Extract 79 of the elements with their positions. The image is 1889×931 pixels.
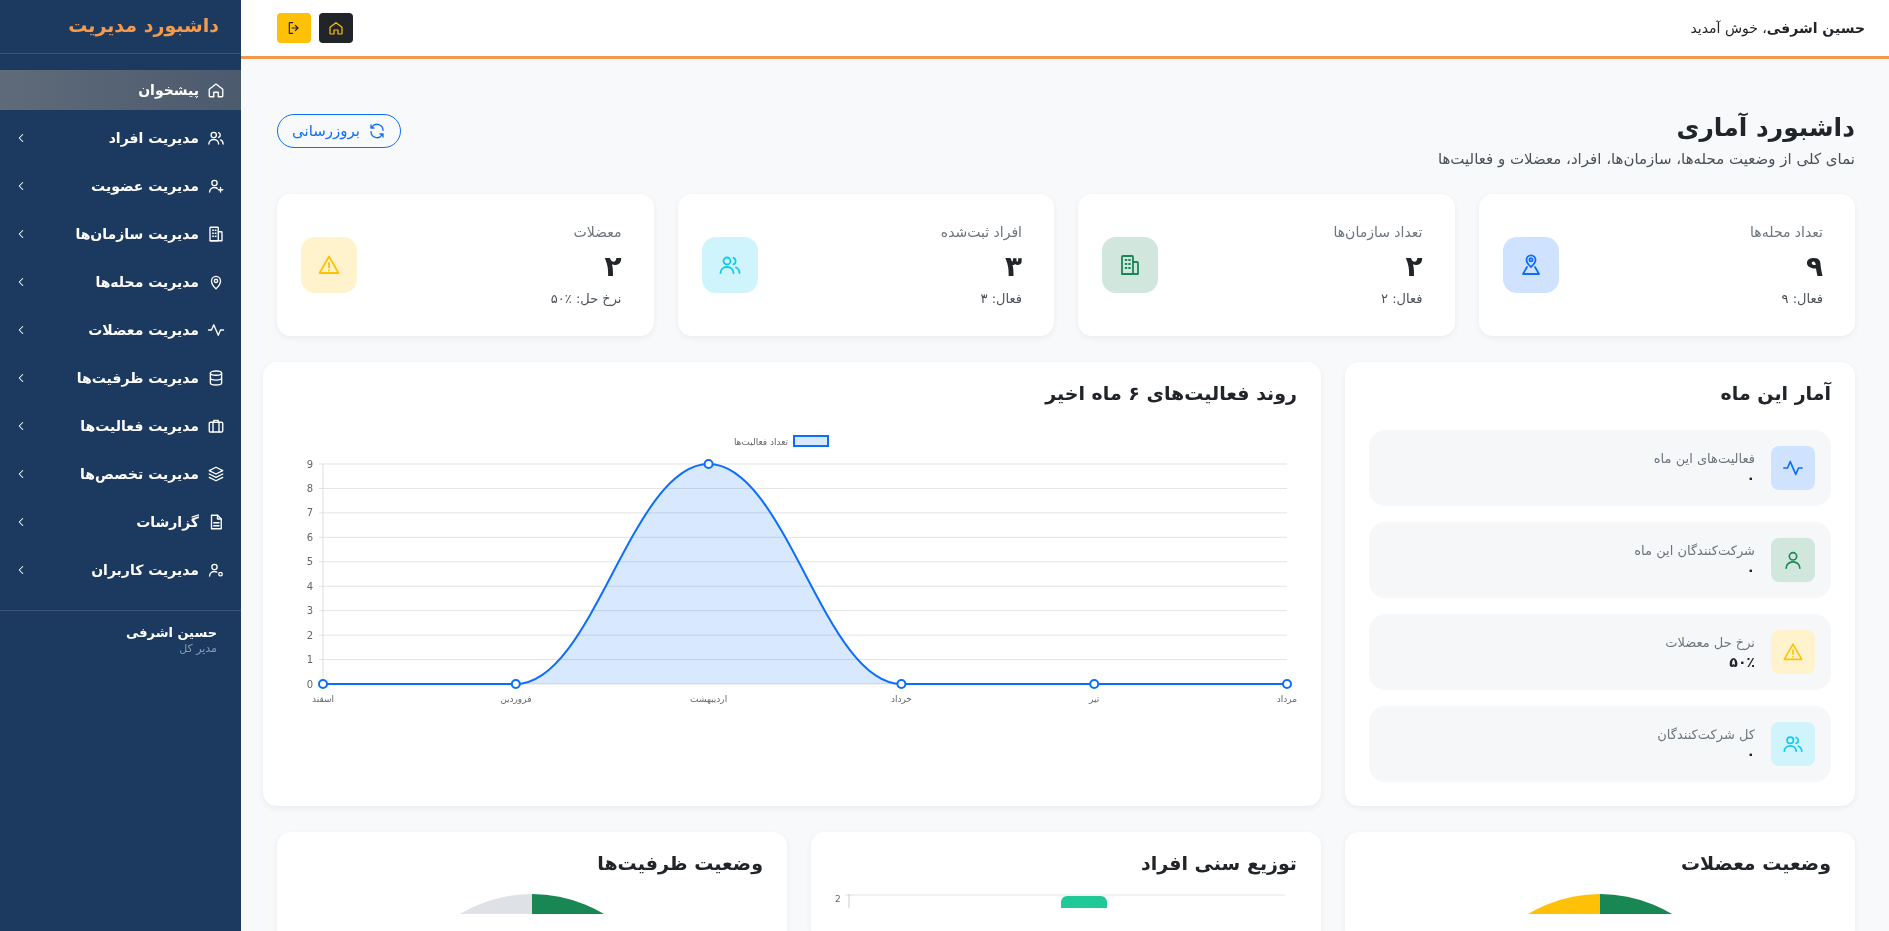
stat-label: تعداد سازمان‌ها xyxy=(1333,224,1423,240)
card-title: وضعیت ظرفیت‌ها xyxy=(596,852,763,874)
user-role: مدیر کل xyxy=(178,642,217,655)
data-point xyxy=(703,459,714,469)
home-icon xyxy=(328,20,344,36)
axis-tick-label: 7 xyxy=(306,507,313,519)
axis-tick-label: فروردین xyxy=(500,694,532,704)
stat-value: ۰ xyxy=(1745,561,1755,578)
axis-tick-label: تیر xyxy=(1089,694,1100,704)
stat-value: ۳ xyxy=(1003,250,1022,283)
building-icon xyxy=(207,225,225,243)
card-title: توزیع سنی افراد xyxy=(1139,852,1297,874)
sidebar-item[interactable]: مدیریت محله‌ها xyxy=(0,262,241,302)
axis-tick-label: 1 xyxy=(306,654,313,666)
sidebar-item[interactable]: مدیریت ظرفیت‌ها xyxy=(0,358,241,398)
user-plus-icon xyxy=(207,177,225,195)
user-name: حسین اشرفی xyxy=(124,625,217,640)
layers-icon xyxy=(207,465,225,483)
card-title: وضعیت معضلات xyxy=(1679,852,1831,874)
axis-tick-label: 2 xyxy=(306,629,313,641)
axis-tick-label: 6 xyxy=(306,531,313,543)
sidebar-item[interactable]: گزارشات xyxy=(0,502,241,542)
sidebar-item[interactable]: پیشخوان xyxy=(0,70,241,110)
data-point xyxy=(318,679,328,689)
stat-detail: فعال: ۲ xyxy=(1380,291,1423,306)
stat-label: فعالیت‌های این ماه xyxy=(1653,450,1755,466)
stat-label: شرکت‌کنندگان این ماه xyxy=(1634,542,1755,558)
stat-label: نرخ حل معضلات xyxy=(1665,634,1755,650)
stat-label: تعداد محله‌ها xyxy=(1750,224,1823,240)
home-icon xyxy=(207,81,225,99)
refresh-icon xyxy=(368,122,386,140)
logout-button[interactable] xyxy=(277,13,311,43)
user-settings-icon xyxy=(207,561,225,579)
axis-tick-label: مرداد xyxy=(1276,694,1297,704)
legend-swatch xyxy=(793,435,829,447)
users-icon xyxy=(207,129,225,147)
data-point xyxy=(510,679,521,689)
card-title: روند فعالیت‌های ۶ ماه اخیر xyxy=(1043,382,1297,404)
axis-tick-label: 9 xyxy=(306,458,313,470)
sidebar-item[interactable]: مدیریت تخصص‌ها xyxy=(0,454,241,494)
pulse-icon xyxy=(207,321,225,339)
axis-tick-label: اردیبهشت xyxy=(690,694,728,704)
page-title: داشبورد آماری xyxy=(1675,113,1855,142)
axis-tick-label: 4 xyxy=(306,580,313,592)
card-title: آمار این ماه xyxy=(1719,382,1831,404)
sidebar-item[interactable]: مدیریت سازمان‌ها xyxy=(0,214,241,254)
database-icon xyxy=(207,369,225,387)
stat-label: معضلات xyxy=(572,224,622,240)
axis-tick-label: 8 xyxy=(306,482,313,494)
welcome-text: حسین اشرفی، خوش آمدید xyxy=(1690,20,1865,36)
stat-value: ۲ xyxy=(1404,250,1423,283)
legend-label: تعداد فعالیت‌ها xyxy=(733,437,788,447)
data-point xyxy=(1282,679,1292,689)
stat-value: ۰ xyxy=(1745,469,1755,486)
sidebar-item[interactable]: مدیریت فعالیت‌ها xyxy=(0,406,241,446)
stat-value: ۹ xyxy=(1804,250,1823,283)
stat-value: ۲ xyxy=(603,250,622,283)
sidebar-item[interactable]: مدیریت افراد xyxy=(0,118,241,158)
axis-tick-label: 3 xyxy=(306,605,313,617)
stat-detail: فعال: ۳ xyxy=(979,291,1022,306)
data-point xyxy=(896,679,907,689)
axis-tick-label: اسفند xyxy=(312,694,334,704)
stat-value: ۰ xyxy=(1745,745,1755,762)
sidebar-item[interactable]: مدیریت عضویت xyxy=(0,166,241,206)
stat-detail: فعال: ۹ xyxy=(1780,291,1823,306)
briefcase-icon xyxy=(207,417,225,435)
sidebar-item[interactable]: مدیریت کاربران xyxy=(0,550,241,590)
stat-label: افراد ثبت‌شده xyxy=(940,224,1022,240)
sidebar-item[interactable]: مدیریت معضلات xyxy=(0,310,241,350)
axis-tick-label: خرداد xyxy=(890,694,912,704)
data-point xyxy=(1089,679,1100,689)
page-subtitle: نمای کلی از وضعیت محله‌ها، سازمان‌ها، افراد، معضلات و فعالیت‌ها xyxy=(1437,150,1855,168)
stat-value: ۵۰٪ xyxy=(1728,653,1755,670)
home-button[interactable] xyxy=(319,13,353,43)
stat-detail: نرخ حل: ٪۵۰ xyxy=(550,291,622,306)
axis-tick-label: 0 xyxy=(306,678,313,690)
stat-label: کل شرکت‌کنندگان xyxy=(1657,726,1755,742)
axis-tick-label: 5 xyxy=(306,556,313,568)
axis-tick-label: 2 xyxy=(835,894,841,904)
